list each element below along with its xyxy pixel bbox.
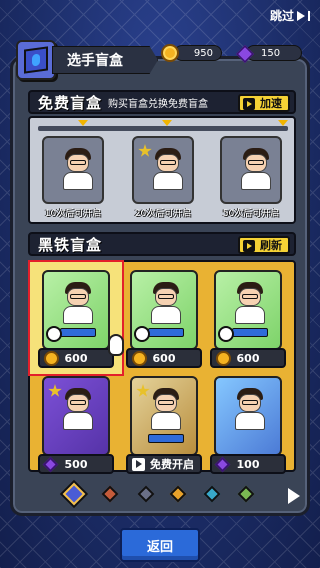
black-section-title: 黑铁盲盒 <box>38 235 103 254</box>
black-box-slot[interactable]: 600 <box>34 266 118 374</box>
free-open-button[interactable]: 免费开启 <box>126 454 202 474</box>
skip-arrow-icon <box>297 10 305 21</box>
black-box-slot[interactable]: 600 <box>206 266 290 374</box>
buy-button[interactable]: 600 <box>38 348 114 368</box>
panda-icon <box>134 326 150 342</box>
buy-button[interactable]: 100 <box>210 454 286 474</box>
free-box-label: 10次后可开启 <box>44 209 102 219</box>
box-card[interactable] <box>42 270 110 350</box>
coin-icon <box>216 351 231 366</box>
star-icon <box>138 144 152 157</box>
box-card[interactable] <box>214 270 282 350</box>
star-icon <box>48 384 62 397</box>
coin-counter: 950 <box>161 44 222 62</box>
free-box-label: 20次后可开启 <box>134 209 192 219</box>
coin-icon <box>161 44 179 62</box>
box-card[interactable] <box>130 270 198 350</box>
skip-label: 跳过 <box>269 9 294 23</box>
page-dot[interactable] <box>169 485 187 503</box>
back-button[interactable]: 返回 <box>120 528 200 562</box>
price-label: 免费开启 <box>150 458 194 471</box>
back-label: 返回 <box>146 539 173 555</box>
black-section-header: 黑铁盲盒 刷新 <box>28 232 296 256</box>
gem-icon <box>42 456 59 473</box>
free-section-title: 免费盲盒 <box>38 93 103 112</box>
box-card[interactable] <box>214 376 282 456</box>
black-box-slot[interactable]: 100 <box>206 372 290 480</box>
speed-up-label: 加速 <box>260 97 282 110</box>
page-dot[interactable] <box>237 485 255 503</box>
price-label: 500 <box>64 457 88 471</box>
free-box-card[interactable] <box>220 136 282 204</box>
coin-icon <box>132 351 147 366</box>
play-icon <box>132 458 145 471</box>
coin-icon <box>44 351 59 366</box>
page-dot[interactable] <box>101 485 119 503</box>
coin-amount: 950 <box>193 47 213 59</box>
refresh-button[interactable]: 刷新 <box>238 236 290 254</box>
free-box-card[interactable] <box>132 136 194 204</box>
free-box-label: 50次后可开启 <box>222 209 280 219</box>
gem-counter: 150 <box>235 44 302 64</box>
panda-icon <box>218 326 234 342</box>
black-box-slot[interactable]: 500 <box>34 372 118 480</box>
skip-button[interactable]: 跳过 <box>270 7 310 24</box>
milestone-marker <box>278 120 288 126</box>
play-icon <box>243 240 255 252</box>
skip-bar-icon <box>308 10 310 21</box>
buy-button[interactable]: 600 <box>126 348 202 368</box>
price-label: 600 <box>152 351 176 365</box>
pointer-hand-icon <box>108 334 124 356</box>
free-section-header: 免费盲盒 购买盲盒兑换免费盲盒 加速 <box>28 90 296 114</box>
black-box-slot[interactable]: 免费开启 <box>122 372 206 480</box>
price-label: 600 <box>236 351 260 365</box>
free-box-area: 10次后可开启 20次后可开启 50次后可开启 <box>28 116 296 224</box>
box-card[interactable] <box>42 376 110 456</box>
free-box-card[interactable] <box>42 136 104 204</box>
milestone-marker <box>78 120 88 126</box>
page-dot-active[interactable] <box>62 482 86 506</box>
page-indicator <box>60 482 300 506</box>
speed-up-button[interactable]: 加速 <box>238 94 290 112</box>
buy-button[interactable]: 500 <box>38 454 114 474</box>
box-card[interactable] <box>130 376 198 456</box>
free-section-subtitle: 购买盲盒兑换免费盲盒 <box>108 98 209 110</box>
blind-box-icon <box>16 40 56 80</box>
page-header: 选手盲盒 <box>16 40 158 80</box>
page-title: 选手盲盒 <box>52 46 158 74</box>
refresh-label: 刷新 <box>260 239 282 252</box>
black-box-slot[interactable]: 600 <box>122 266 206 374</box>
page-dot[interactable] <box>137 485 155 503</box>
progress-timeline <box>38 120 288 131</box>
price-label: 100 <box>236 457 260 471</box>
buy-button[interactable]: 600 <box>210 348 286 368</box>
price-label: 600 <box>64 351 88 365</box>
play-icon <box>243 98 255 110</box>
panda-icon <box>46 326 62 342</box>
milestone-marker <box>162 120 172 126</box>
next-page-arrow-icon[interactable] <box>288 488 300 504</box>
gem-icon <box>214 456 231 473</box>
page-dot[interactable] <box>203 485 221 503</box>
star-icon <box>136 384 150 397</box>
gem-amount: 150 <box>261 47 281 59</box>
